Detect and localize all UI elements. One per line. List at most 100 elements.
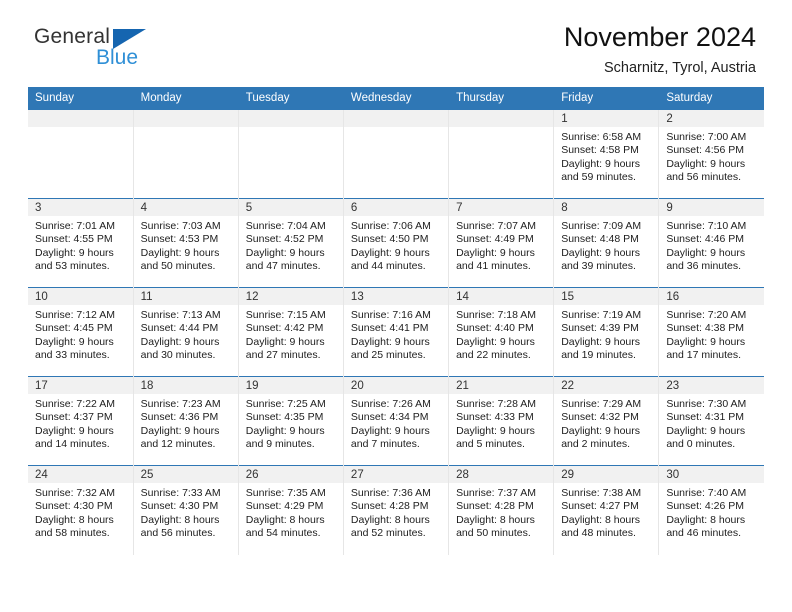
day-sun-info: Sunrise: 7:35 AM Sunset: 4:29 PM Daylight:… bbox=[239, 483, 343, 541]
day-info-line-3: Daylight: 9 hours bbox=[35, 424, 114, 437]
day-info-line-2: Sunset: 4:30 PM bbox=[35, 500, 113, 513]
day-info-line-3: Daylight: 9 hours bbox=[561, 335, 640, 348]
calendar-page: General Blue November 2024 Scharnitz, Ty… bbox=[0, 0, 792, 612]
day-info-line-4: and 56 minutes. bbox=[140, 527, 216, 540]
day-info-line-4: and 25 minutes. bbox=[350, 349, 426, 362]
day-number: 25 bbox=[133, 466, 238, 483]
calendar-day-cell[interactable]: 18 Sunrise: 7:23 AM Sunset: 4:36 PM Dayligh… bbox=[133, 376, 239, 466]
day-sun-info: Sunrise: 7:03 AM Sunset: 4:53 PM Daylight:… bbox=[134, 216, 238, 274]
calendar-header-row: Sunday Monday Tuesday Wednesday Thursday Frid… bbox=[28, 87, 764, 110]
calendar-day-cell[interactable]: 6 Sunrise: 7:06 AM Sunset: 4:50 PM Daylight… bbox=[343, 198, 450, 288]
day-sun-info: Sunrise: 7:09 AM Sunset: 4:48 PM Daylight:… bbox=[554, 216, 658, 274]
day-info-line-3: Daylight: 9 hours bbox=[666, 246, 746, 259]
calendar-day-cell[interactable]: 22 Sunrise: 7:29 AM Sunset: 4:32 PM Dayligh… bbox=[553, 376, 660, 466]
day-number: 22 bbox=[554, 377, 659, 394]
calendar-day-cell[interactable]: 7 Sunrise: 7:07 AM Sunset: 4:49 PM Daylight… bbox=[448, 198, 555, 288]
day-sun-info: Sunrise: 7:25 AM Sunset: 4:35 PM Daylight:… bbox=[239, 394, 343, 452]
day-info-line-4: and 46 minutes. bbox=[666, 527, 742, 540]
calendar-day-cell[interactable]: 9 Sunrise: 7:10 AM Sunset: 4:46 PM Daylight… bbox=[658, 198, 764, 288]
calendar-day-cell[interactable]: 2 Sunrise: 7:00 AM Sunset: 4:56 PM Daylight… bbox=[658, 109, 764, 199]
day-info-line-1: Sunrise: 7:22 AM bbox=[35, 398, 115, 410]
day-number: 29 bbox=[554, 466, 659, 483]
calendar-day-cell[interactable]: 10 Sunrise: 7:12 AM Sunset: 4:45 PM Dayligh… bbox=[28, 287, 134, 377]
day-info-line-4: and 27 minutes. bbox=[245, 349, 321, 362]
day-number: 9 bbox=[659, 199, 764, 216]
day-sun-info: Sunrise: 7:26 AM Sunset: 4:34 PM Daylight:… bbox=[344, 394, 448, 452]
weekday-header-friday: Friday bbox=[553, 87, 660, 110]
calendar-day-cell[interactable]: 30 Sunrise: 7:40 AM Sunset: 4:26 PM Dayligh… bbox=[658, 465, 764, 555]
day-number: 26 bbox=[238, 466, 343, 483]
calendar-day-cell[interactable]: 12 Sunrise: 7:15 AM Sunset: 4:42 PM Dayligh… bbox=[238, 287, 344, 377]
calendar-day-cell[interactable]: 27 Sunrise: 7:36 AM Sunset: 4:28 PM Dayligh… bbox=[343, 465, 450, 555]
day-number: 14 bbox=[449, 288, 554, 305]
day-number bbox=[238, 110, 343, 127]
day-info-line-4: and 47 minutes. bbox=[245, 260, 321, 273]
day-info-line-3: Daylight: 9 hours bbox=[245, 335, 325, 348]
calendar-day-cell[interactable]: 4 Sunrise: 7:03 AM Sunset: 4:53 PM Daylight… bbox=[133, 198, 239, 288]
day-info-line-3: Daylight: 8 hours bbox=[35, 513, 114, 526]
day-sun-info: Sunrise: 7:36 AM Sunset: 4:28 PM Daylight:… bbox=[344, 483, 448, 541]
calendar-day-cell[interactable]: 29 Sunrise: 7:38 AM Sunset: 4:27 PM Dayligh… bbox=[553, 465, 660, 555]
weekday-header-sunday: Sunday bbox=[28, 87, 134, 110]
day-info-line-4: and 59 minutes. bbox=[561, 171, 636, 184]
calendar-day-cell[interactable]: 5 Sunrise: 7:04 AM Sunset: 4:52 PM Daylight… bbox=[238, 198, 344, 288]
calendar-day-cell[interactable]: 8 Sunrise: 7:09 AM Sunset: 4:48 PM Daylight… bbox=[553, 198, 660, 288]
calendar-day-cell-empty bbox=[238, 109, 344, 199]
day-info-line-1: Sunrise: 7:40 AM bbox=[666, 487, 747, 499]
calendar-day-cell[interactable]: 3 Sunrise: 7:01 AM Sunset: 4:55 PM Daylight… bbox=[28, 198, 134, 288]
day-info-line-3: Daylight: 9 hours bbox=[666, 335, 746, 348]
day-info-line-3: Daylight: 9 hours bbox=[456, 424, 535, 437]
day-info-line-2: Sunset: 4:28 PM bbox=[350, 500, 429, 513]
calendar-week-row: 1 Sunrise: 6:58 AM Sunset: 4:58 PM Daylight… bbox=[28, 109, 764, 199]
day-info-line-2: Sunset: 4:49 PM bbox=[456, 233, 534, 246]
calendar-day-cell[interactable]: 11 Sunrise: 7:13 AM Sunset: 4:44 PM Dayligh… bbox=[133, 287, 239, 377]
day-info-line-3: Daylight: 9 hours bbox=[350, 246, 430, 259]
day-info-line-2: Sunset: 4:33 PM bbox=[456, 411, 534, 424]
day-number: 11 bbox=[133, 288, 238, 305]
day-number: 2 bbox=[659, 110, 764, 127]
day-info-line-4: and 14 minutes. bbox=[35, 438, 110, 451]
calendar-day-cell[interactable]: 26 Sunrise: 7:35 AM Sunset: 4:29 PM Dayligh… bbox=[238, 465, 344, 555]
day-number: 28 bbox=[449, 466, 554, 483]
day-info-line-3: Daylight: 9 hours bbox=[561, 246, 640, 259]
day-info-line-1: Sunrise: 7:09 AM bbox=[561, 220, 642, 232]
day-sun-info: Sunrise: 7:33 AM Sunset: 4:30 PM Daylight:… bbox=[134, 483, 238, 541]
calendar-day-cell[interactable]: 21 Sunrise: 7:28 AM Sunset: 4:33 PM Dayligh… bbox=[448, 376, 555, 466]
day-sun-info: Sunrise: 7:12 AM Sunset: 4:45 PM Daylight:… bbox=[28, 305, 133, 363]
calendar-day-cell[interactable]: 23 Sunrise: 7:30 AM Sunset: 4:31 PM Dayligh… bbox=[658, 376, 764, 466]
day-sun-info: Sunrise: 7:22 AM Sunset: 4:37 PM Daylight:… bbox=[28, 394, 133, 452]
day-info-line-2: Sunset: 4:48 PM bbox=[561, 233, 639, 246]
calendar-day-cell[interactable]: 15 Sunrise: 7:19 AM Sunset: 4:39 PM Dayligh… bbox=[553, 287, 660, 377]
calendar-day-cell[interactable]: 13 Sunrise: 7:16 AM Sunset: 4:41 PM Dayligh… bbox=[343, 287, 450, 377]
calendar-day-cell[interactable]: 17 Sunrise: 7:22 AM Sunset: 4:37 PM Dayligh… bbox=[28, 376, 134, 466]
day-info-line-3: Daylight: 9 hours bbox=[350, 335, 430, 348]
day-info-line-4: and 52 minutes. bbox=[350, 527, 426, 540]
calendar-day-cell[interactable]: 20 Sunrise: 7:26 AM Sunset: 4:34 PM Dayligh… bbox=[343, 376, 450, 466]
day-number: 13 bbox=[343, 288, 449, 305]
day-sun-info: Sunrise: 7:37 AM Sunset: 4:28 PM Daylight:… bbox=[449, 483, 553, 541]
day-sun-info: Sunrise: 7:16 AM Sunset: 4:41 PM Daylight:… bbox=[344, 305, 448, 363]
calendar-day-cell[interactable]: 16 Sunrise: 7:20 AM Sunset: 4:38 PM Dayligh… bbox=[658, 287, 764, 377]
day-info-line-1: Sunrise: 7:29 AM bbox=[561, 398, 642, 410]
calendar-day-cell[interactable]: 14 Sunrise: 7:18 AM Sunset: 4:40 PM Dayligh… bbox=[448, 287, 555, 377]
calendar-day-cell[interactable]: 28 Sunrise: 7:37 AM Sunset: 4:28 PM Dayligh… bbox=[448, 465, 555, 555]
general-blue-logo[interactable]: General Blue bbox=[34, 26, 184, 76]
day-info-line-1: Sunrise: 7:37 AM bbox=[456, 487, 537, 499]
day-number: 24 bbox=[28, 466, 133, 483]
calendar-week-row: 3 Sunrise: 7:01 AM Sunset: 4:55 PM Daylight… bbox=[28, 198, 764, 288]
calendar-day-cell[interactable]: 19 Sunrise: 7:25 AM Sunset: 4:35 PM Dayligh… bbox=[238, 376, 344, 466]
calendar-day-cell[interactable]: 1 Sunrise: 6:58 AM Sunset: 4:58 PM Daylight… bbox=[553, 109, 660, 199]
day-info-line-3: Daylight: 9 hours bbox=[666, 424, 746, 437]
calendar-day-cell[interactable]: 25 Sunrise: 7:33 AM Sunset: 4:30 PM Dayligh… bbox=[133, 465, 239, 555]
day-sun-info: Sunrise: 7:06 AM Sunset: 4:50 PM Daylight:… bbox=[344, 216, 448, 274]
day-info-line-2: Sunset: 4:52 PM bbox=[245, 233, 324, 246]
day-info-line-3: Daylight: 9 hours bbox=[140, 335, 220, 348]
calendar-day-cell-empty bbox=[28, 109, 134, 199]
day-sun-info: Sunrise: 7:15 AM Sunset: 4:42 PM Daylight:… bbox=[239, 305, 343, 363]
day-sun-info: Sunrise: 7:19 AM Sunset: 4:39 PM Daylight:… bbox=[554, 305, 658, 363]
day-info-line-2: Sunset: 4:40 PM bbox=[456, 322, 534, 335]
day-info-line-4: and 56 minutes. bbox=[666, 171, 742, 184]
day-sun-info: Sunrise: 7:29 AM Sunset: 4:32 PM Daylight:… bbox=[554, 394, 658, 452]
day-info-line-1: Sunrise: 7:04 AM bbox=[245, 220, 326, 232]
calendar-day-cell[interactable]: 24 Sunrise: 7:32 AM Sunset: 4:30 PM Dayligh… bbox=[28, 465, 134, 555]
